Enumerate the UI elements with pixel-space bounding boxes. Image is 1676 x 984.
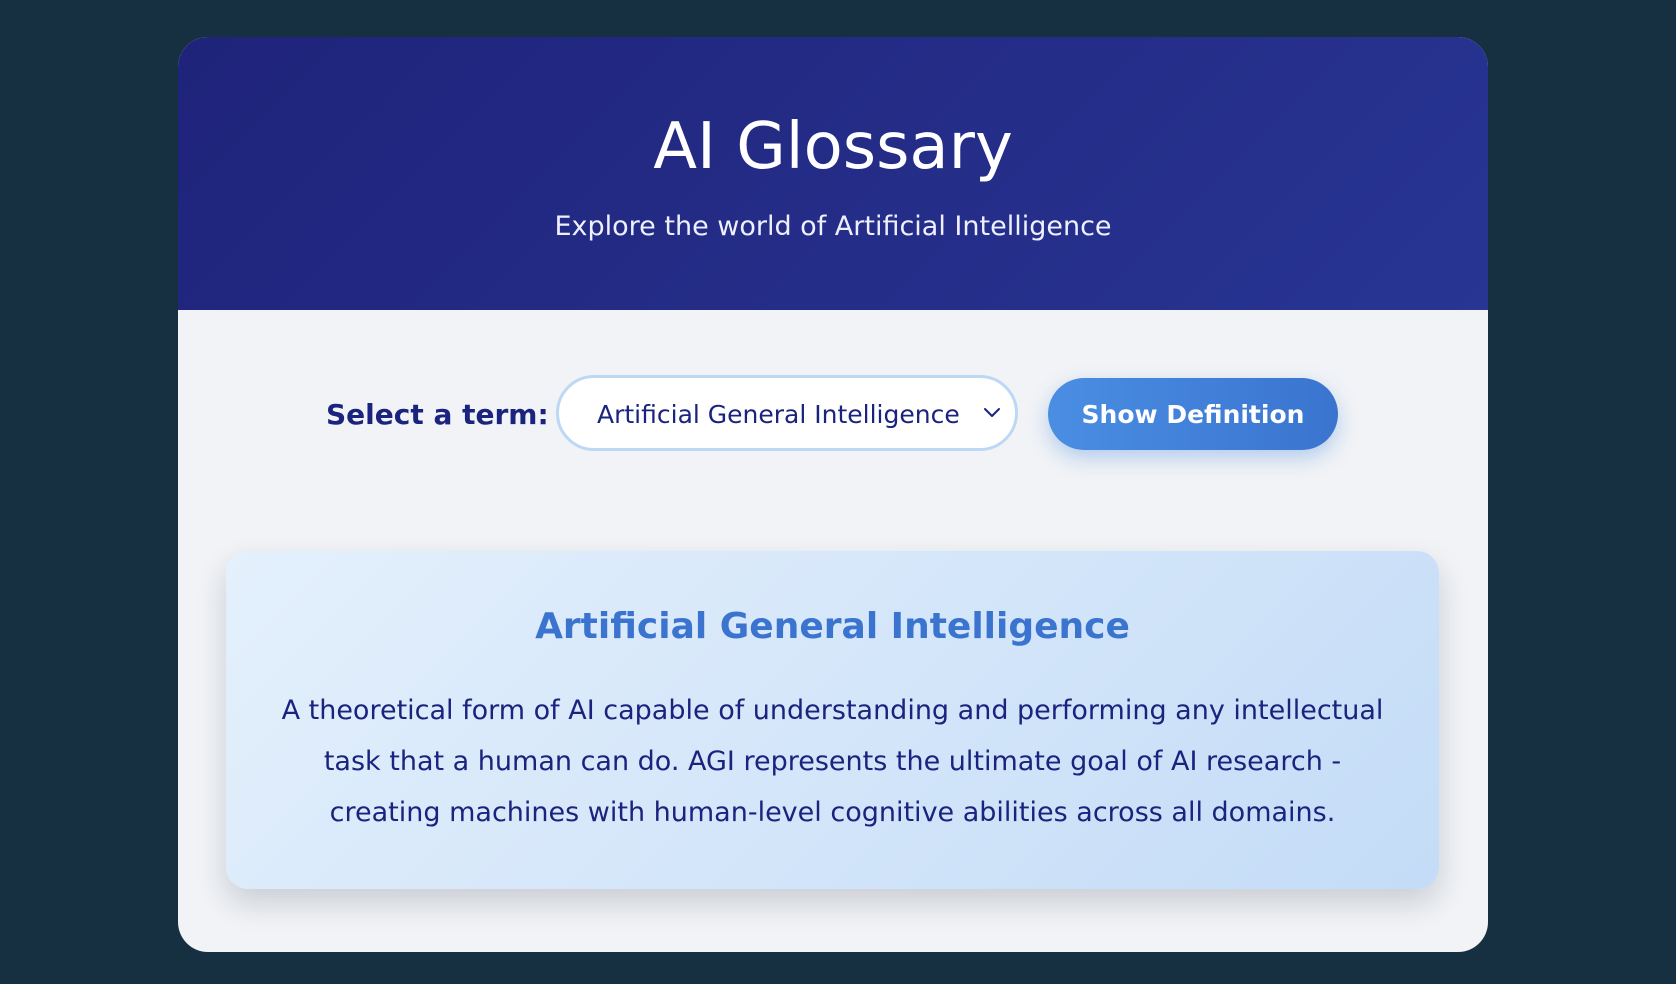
header: AI Glossary Explore the world of Artific… — [178, 37, 1488, 310]
definition-card: Artificial General Intelligence A theore… — [226, 551, 1439, 889]
page-title: AI Glossary — [653, 110, 1013, 184]
page-subtitle: Explore the world of Artificial Intellig… — [554, 211, 1112, 242]
definition-term: Artificial General Intelligence — [535, 606, 1130, 647]
glossary-card: AI Glossary Explore the world of Artific… — [178, 37, 1488, 952]
term-controls: Select a term: Artificial General Intell… — [178, 374, 1488, 458]
select-term-label: Select a term: — [326, 398, 549, 431]
definition-text: A theoretical form of AI capable of unde… — [281, 694, 1384, 828]
show-definition-button[interactable]: Show Definition — [1048, 378, 1338, 450]
term-select[interactable]: Artificial General Intelligence — [556, 375, 1018, 451]
term-select-value: Artificial General Intelligence — [597, 400, 960, 429]
chevron-down-icon — [984, 408, 1000, 417]
